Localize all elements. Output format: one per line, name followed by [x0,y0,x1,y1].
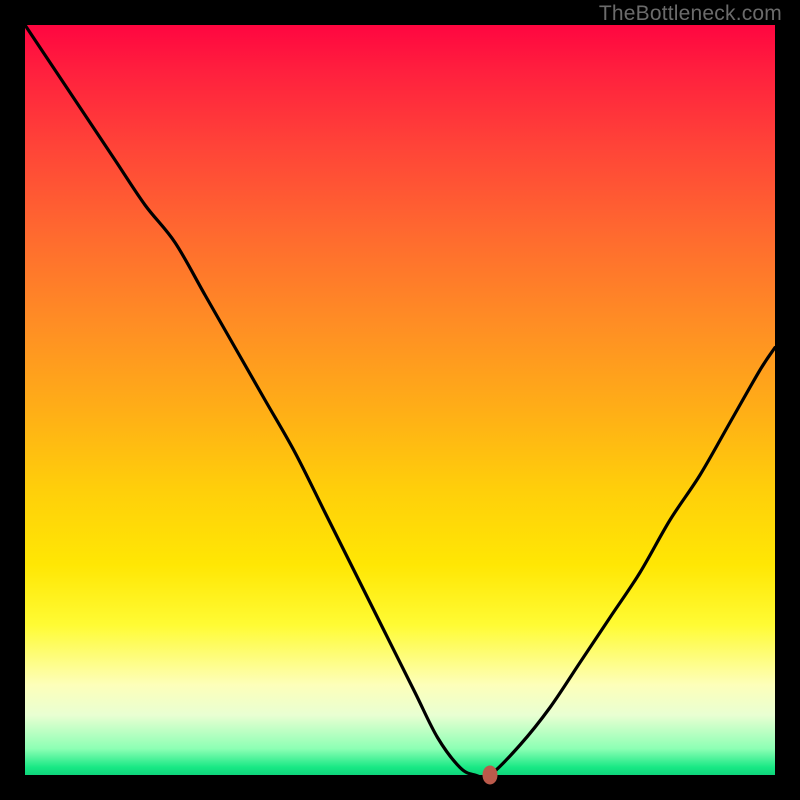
curve-path [25,25,775,778]
plot-area [25,25,775,775]
optimal-point-marker [483,766,498,785]
chart-frame: TheBottleneck.com [0,0,800,800]
bottleneck-curve [25,25,775,775]
watermark-text: TheBottleneck.com [599,2,782,26]
